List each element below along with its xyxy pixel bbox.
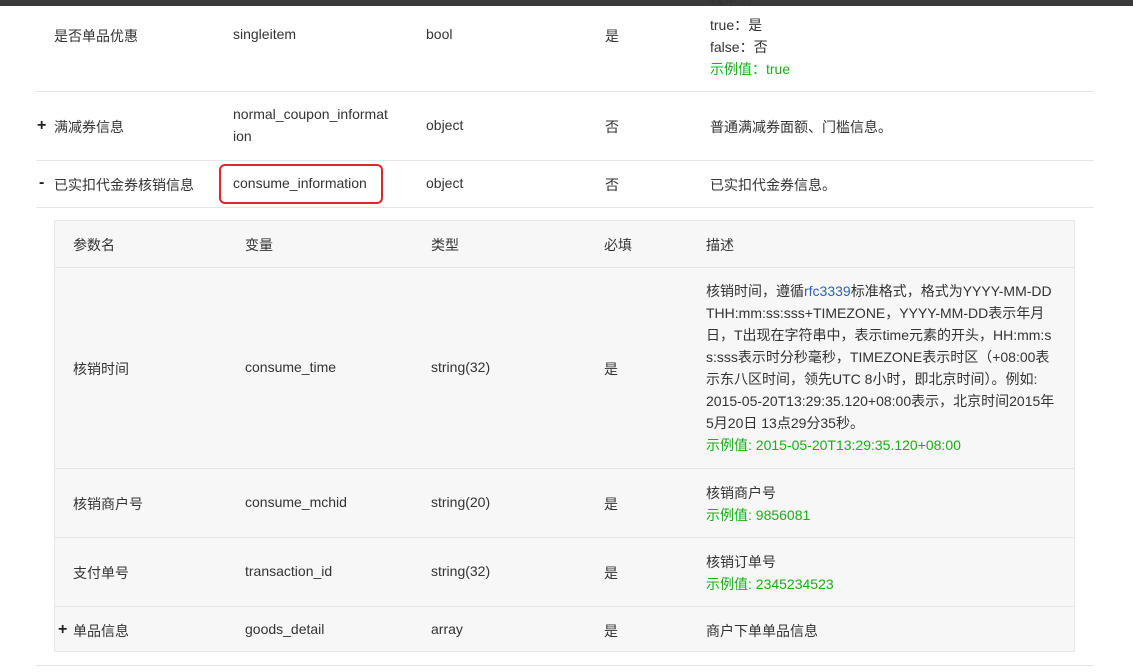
rfc3339-link[interactable]: rfc3339: [804, 283, 851, 299]
param-name: 已实扣代金券核销信息: [54, 177, 194, 193]
header-var: 变量: [245, 237, 273, 253]
row-divider: [55, 606, 1074, 607]
param-var: singleitem: [233, 26, 297, 42]
row-divider: [36, 207, 1094, 208]
param-example: 示例值：true: [710, 61, 791, 77]
row-divider: [36, 160, 1094, 161]
param-desc: 核销订单号: [706, 554, 776, 570]
param-desc: 核销商户号: [706, 485, 776, 501]
param-desc-line: s:sss表示时分秒毫秒，TIMEZONE表示时区（+08:00表: [706, 349, 1050, 365]
param-required: 是: [604, 361, 618, 377]
param-var: goods_detail: [245, 621, 325, 637]
param-desc: 商户下单单品信息: [706, 623, 818, 639]
expand-toggle-icon[interactable]: +: [37, 117, 46, 135]
param-var: consume_time: [245, 359, 337, 375]
param-type: string(32): [431, 563, 491, 579]
param-example: 示例值: 9856081: [706, 507, 811, 523]
param-desc-line: 日，T出现在字符串中，表示time元素的开头，HH:mm:s: [706, 327, 1052, 343]
param-desc-line: 核销时间，遵循rfc3339标准格式，格式为YYYY-MM-DD: [706, 283, 1052, 299]
param-desc: 已实扣代金券信息。: [710, 177, 836, 193]
top-bar: [0, 0, 1133, 6]
param-desc-line: 示东八区时间，领先UTC 8小时，即北京时间）。例如:: [706, 371, 1038, 387]
param-var: consume_mchid: [245, 494, 347, 510]
param-desc-line: 5月20日 13点29分35秒。: [706, 415, 864, 431]
param-required: 否: [605, 119, 619, 135]
param-name: 支付单号: [73, 565, 129, 581]
param-name: 核销时间: [73, 361, 129, 377]
row-divider: [55, 267, 1074, 268]
row-divider: [36, 91, 1094, 92]
param-desc-line: false：否: [710, 39, 768, 55]
param-required: 否: [605, 177, 619, 193]
header-type: 类型: [431, 237, 459, 253]
header-name: 参数名: [73, 237, 115, 253]
param-required: 是: [605, 28, 619, 44]
param-example: 示例值: 2015-05-20T13:29:35.120+08:00: [706, 437, 961, 453]
param-type: string(32): [431, 359, 491, 375]
param-desc-top: 枚举值:: [710, 0, 756, 9]
expand-toggle-icon[interactable]: +: [58, 621, 67, 639]
header-required: 必填: [604, 237, 632, 253]
param-required: 是: [604, 496, 618, 512]
param-required: 是: [604, 565, 618, 581]
header-desc: 描述: [706, 237, 734, 253]
param-desc-line: true：是: [710, 17, 763, 33]
highlight-box: [219, 164, 383, 204]
param-type: array: [431, 621, 463, 637]
param-var: transaction_id: [245, 563, 333, 579]
param-name: 核销商户号: [73, 496, 143, 512]
row-divider: [55, 537, 1074, 538]
param-desc-line: THH:mm:ss:sss+TIMEZONE，YYYY-MM-DD表示年月: [706, 305, 1045, 321]
param-type: object: [426, 117, 464, 133]
row-divider: [55, 468, 1074, 469]
param-var-line: ion: [233, 128, 252, 144]
param-desc-line: 2015-05-20T13:29:35.120+08:00表示，北京时间2015…: [706, 393, 1055, 409]
param-name: 单品信息: [73, 623, 129, 639]
collapse-toggle-icon[interactable]: -: [39, 174, 44, 192]
param-name: 满减券信息: [54, 119, 124, 135]
param-required: 是: [604, 623, 618, 639]
param-type: bool: [426, 26, 453, 42]
param-var-line: normal_coupon_informat: [233, 106, 388, 122]
param-type: string(20): [431, 494, 491, 510]
param-type: object: [426, 175, 464, 191]
param-example: 示例值: 2345234523: [706, 576, 834, 592]
param-name: 是否单品优惠: [54, 28, 138, 44]
param-desc: 普通满减券面额、门槛信息。: [710, 119, 892, 135]
row-divider: [36, 665, 1094, 666]
